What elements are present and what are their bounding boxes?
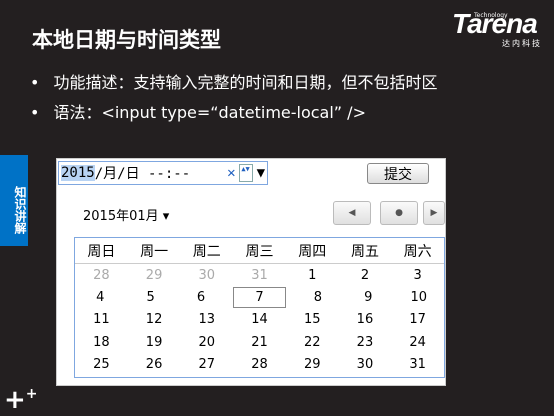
day-cell[interactable]: 2 xyxy=(339,268,392,283)
weekday-label: 周一 xyxy=(140,243,169,260)
day-cell[interactable]: 6 xyxy=(176,290,226,305)
week-row: 4 5 6 7 8 9 10 xyxy=(75,286,444,308)
day-cell[interactable]: 20 xyxy=(180,335,233,350)
day-cell[interactable]: 29 xyxy=(128,268,181,283)
prev-month-button[interactable]: ◀ xyxy=(333,201,371,225)
day-cell[interactable]: 25 xyxy=(75,357,128,372)
day-cell[interactable]: 9 xyxy=(343,290,393,305)
day-cell[interactable]: 21 xyxy=(233,335,286,350)
datetime-local-input[interactable]: 2015 /月/日 --:-- ✕ ▲▼ ▼ xyxy=(58,161,268,185)
week-row: 18 19 20 21 22 23 24 xyxy=(75,331,444,353)
day-cell[interactable]: 10 xyxy=(394,290,444,305)
weekday-label: 周二 xyxy=(192,243,221,260)
bullet-item: 语法：<input type=“datetime-local” /> xyxy=(30,98,437,128)
week-row: 25 26 27 28 29 30 31 xyxy=(75,353,444,375)
day-cell[interactable]: 19 xyxy=(128,335,181,350)
day-cell[interactable]: 27 xyxy=(180,357,233,372)
day-cell[interactable]: 16 xyxy=(339,312,392,327)
side-tab: 知识讲解 xyxy=(0,155,28,246)
day-cell[interactable]: 28 xyxy=(75,268,128,283)
day-cell[interactable]: 12 xyxy=(128,312,181,327)
bullet-item: 功能描述：支持输入完整的时间和日期，但不包括时区 xyxy=(30,68,437,98)
day-cell[interactable]: 1 xyxy=(286,268,339,283)
day-cell[interactable]: 30 xyxy=(339,357,392,372)
today-button[interactable]: ● xyxy=(380,201,418,225)
weekday-label: 周四 xyxy=(298,243,327,260)
next-month-button[interactable]: ▶ xyxy=(423,201,445,225)
day-cell[interactable]: 15 xyxy=(286,312,339,327)
logo-cn: 达内科技 xyxy=(502,39,542,48)
weekday-label: 周五 xyxy=(350,243,379,260)
day-cell[interactable]: 18 xyxy=(75,335,128,350)
logo-sub: Technology xyxy=(474,12,508,19)
day-cell[interactable]: 4 xyxy=(75,290,125,305)
tarena-logo: Technology Tarena 达内科技 xyxy=(452,10,548,49)
day-cell[interactable]: 31 xyxy=(391,357,444,372)
day-cell[interactable]: 26 xyxy=(128,357,181,372)
bullet-list: 功能描述：支持输入完整的时间和日期，但不包括时区 语法：<input type=… xyxy=(30,68,437,128)
clear-icon[interactable]: ✕ xyxy=(227,165,235,181)
day-cell[interactable]: 29 xyxy=(286,357,339,372)
day-cell[interactable]: 22 xyxy=(286,335,339,350)
datetime-demo: 2015 /月/日 --:-- ✕ ▲▼ ▼ 提交 2015年01月 ▾ ◀ ●… xyxy=(56,158,446,386)
month-selector[interactable]: 2015年01月 ▾ xyxy=(83,205,169,224)
calendar-grid: 周日 周一 周二 周三 周四 周五 周六 28 29 30 31 1 2 3 4 5 6 7 8 9 10 11 12 13 1… xyxy=(74,237,445,378)
weekday-label: 周六 xyxy=(403,243,432,260)
dropdown-icon[interactable]: ▼ xyxy=(257,165,265,181)
submit-button[interactable]: 提交 xyxy=(367,163,429,184)
day-cell[interactable]: 28 xyxy=(233,357,286,372)
slide-title: 本地日期与时间类型 xyxy=(32,28,221,52)
year-segment[interactable]: 2015 xyxy=(61,165,95,181)
week-row: 28 29 30 31 1 2 3 xyxy=(75,264,444,286)
day-cell[interactable]: 8 xyxy=(293,290,343,305)
day-cell[interactable]: 14 xyxy=(233,312,286,327)
weekday-label: 周三 xyxy=(245,243,274,260)
day-cell[interactable]: 24 xyxy=(391,335,444,350)
day-cell[interactable]: 30 xyxy=(180,268,233,283)
weekday-label: 周日 xyxy=(87,243,116,260)
day-cell[interactable]: 11 xyxy=(75,312,128,327)
day-cell[interactable]: 23 xyxy=(339,335,392,350)
week-row: 11 12 13 14 15 16 17 xyxy=(75,309,444,331)
day-cell[interactable]: 5 xyxy=(125,290,175,305)
day-cell[interactable]: 3 xyxy=(391,268,444,283)
day-cell[interactable]: 17 xyxy=(391,312,444,327)
day-cell[interactable]: 7 xyxy=(233,286,286,308)
spinner-icon[interactable]: ▲▼ xyxy=(238,164,253,182)
day-cell[interactable]: 31 xyxy=(233,268,286,283)
plus-logo-icon: ++ xyxy=(4,385,38,415)
date-time-segments[interactable]: /月/日 --:-- xyxy=(95,163,190,183)
day-cell[interactable]: 13 xyxy=(180,312,233,327)
weekday-header: 周日 周一 周二 周三 周四 周五 周六 xyxy=(75,238,444,264)
